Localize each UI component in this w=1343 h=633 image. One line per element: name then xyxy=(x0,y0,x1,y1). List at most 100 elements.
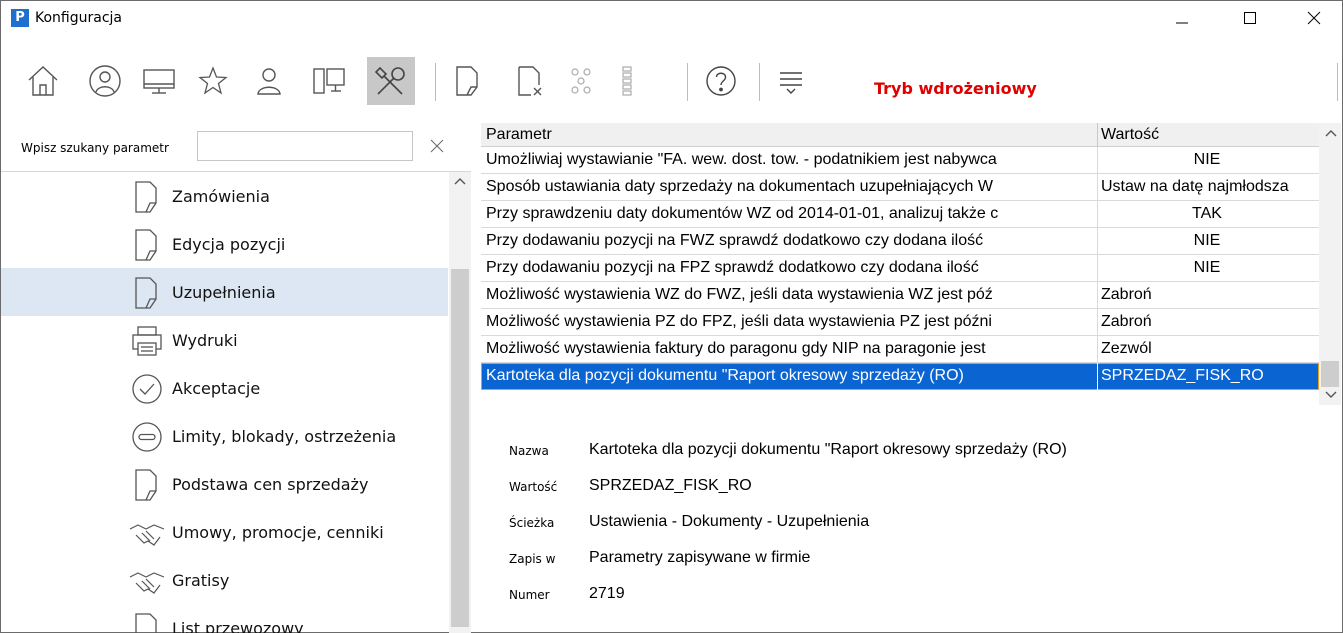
chevron-down-icon xyxy=(1325,391,1337,398)
toolbar-separator xyxy=(435,63,436,101)
category-tree: Zamówienia Edycja pozycji Uzupełnienia W… xyxy=(1,171,471,633)
document-delete-button[interactable] xyxy=(505,57,553,105)
cell-value: NIE xyxy=(1193,151,1221,168)
toolbar-separator xyxy=(1337,63,1338,101)
tree-item-label: Limity, blokady, ostrzeżenia xyxy=(172,426,397,446)
table-row[interactable]: Możliwość wystawienia WZ do FWZ, jeśli d… xyxy=(481,282,1319,309)
document-delete-icon xyxy=(518,66,542,96)
cell-param: Przy dodawaniu pozycji na FWZ sprawdź do… xyxy=(486,232,984,249)
detail-value: 2719 xyxy=(589,585,625,602)
table-row[interactable]: Przy dodawaniu pozycji na FPZ sprawdź do… xyxy=(481,255,1319,282)
tree-item-uzupelnienia[interactable]: Uzupełnienia xyxy=(1,268,448,316)
tree-item-zamowienia[interactable]: Zamówienia xyxy=(1,172,448,220)
close-icon xyxy=(430,139,444,153)
tree-item-gratisy[interactable]: Gratisy xyxy=(1,556,448,604)
cell-param: Umożliwiaj wystawianie "FA. wew. dost. t… xyxy=(486,151,997,168)
devices-button[interactable] xyxy=(305,57,353,105)
detail-key: Zapis w xyxy=(509,552,556,566)
scrollbar-thumb[interactable] xyxy=(1321,361,1339,387)
favorites-button[interactable] xyxy=(189,57,237,105)
person-button[interactable] xyxy=(245,57,293,105)
maximize-button[interactable] xyxy=(1227,1,1273,35)
tree-item-podstawa-cen[interactable]: Podstawa cen sprzedaży xyxy=(1,460,448,508)
maximize-icon xyxy=(1244,12,1256,24)
list-button[interactable] xyxy=(603,57,651,105)
mode-label: Tryb wdrożeniowy xyxy=(874,79,1037,98)
detail-key: Wartość xyxy=(509,480,558,494)
scrollbar-thumb[interactable] xyxy=(451,269,469,627)
search-input[interactable] xyxy=(197,131,413,161)
document-icon xyxy=(127,610,167,633)
cell-value: Zabroń xyxy=(1101,286,1152,303)
handshake-icon xyxy=(127,562,167,600)
tree-item-edycja-pozycji[interactable]: Edycja pozycji xyxy=(1,220,448,268)
cell-param: Kartoteka dla pozycji dokumentu "Raport … xyxy=(486,367,964,384)
toolbar: Tryb wdrożeniowy xyxy=(1,53,1342,109)
grid-scrollbar[interactable] xyxy=(1319,123,1341,405)
table-row[interactable]: Przy dodawaniu pozycji na FWZ sprawdź do… xyxy=(481,228,1319,255)
detail-value: Ustawienia - Dokumenty - Uzupełnienia xyxy=(589,513,870,530)
cell-value: SPRZEDAZ_FISK_RO xyxy=(1101,367,1264,384)
column-header-wartosc[interactable]: Wartość xyxy=(1101,126,1159,144)
group-icon xyxy=(571,68,591,94)
tree-item-list-przewozowy[interactable]: List przewozowy xyxy=(1,604,448,633)
cell-value: NIE xyxy=(1193,232,1221,249)
document-icon xyxy=(127,466,167,504)
user-circle-button[interactable] xyxy=(81,57,129,105)
monitor-button[interactable] xyxy=(135,57,183,105)
parameters-grid: Parametr Wartość Umożliwiaj wystawianie … xyxy=(481,123,1319,405)
monitor-icon xyxy=(143,69,175,94)
table-row[interactable]: Możliwość wystawienia PZ do FPZ, jeśli d… xyxy=(481,309,1319,336)
cell-value: TAK xyxy=(1192,205,1222,222)
cell-param: Możliwość wystawienia PZ do FPZ, jeśli d… xyxy=(486,313,992,330)
toolbar-separator xyxy=(687,63,688,101)
table-row-selected[interactable]: Kartoteka dla pozycji dokumentu "Raport … xyxy=(481,363,1319,390)
detail-key: Nazwa xyxy=(509,444,549,458)
devices-icon xyxy=(313,68,345,94)
user-circle-icon xyxy=(89,65,121,97)
config-window: P Konfiguracja Tryb wdrożeniowy Wpisz sz… xyxy=(0,0,1343,633)
minus-circle-icon xyxy=(127,418,167,456)
column-header-parametr[interactable]: Parametr xyxy=(486,126,552,144)
tools-button[interactable] xyxy=(367,57,415,105)
tree-item-label: Akceptacje xyxy=(172,378,261,398)
document-icon xyxy=(127,274,167,312)
tree-scrollbar[interactable] xyxy=(449,172,471,633)
cell-value: NIE xyxy=(1193,259,1221,276)
close-button[interactable] xyxy=(1291,1,1337,35)
minimize-icon xyxy=(1176,22,1188,24)
table-row[interactable]: Możliwość wystawienia faktury do paragon… xyxy=(481,336,1319,363)
app-logo-icon: P xyxy=(11,9,29,27)
group-button[interactable] xyxy=(557,57,605,105)
tree-item-wydruki[interactable]: Wydruki xyxy=(1,316,448,364)
cell-param: Sposób ustawiania daty sprzedaży na doku… xyxy=(486,178,993,195)
tree-item-limity[interactable]: Limity, blokady, ostrzeżenia xyxy=(1,412,448,460)
menu-icon xyxy=(780,72,802,94)
minimize-button[interactable] xyxy=(1159,1,1205,35)
list-icon xyxy=(622,66,632,96)
toolbar-separator xyxy=(759,63,760,101)
home-icon xyxy=(28,66,58,96)
search-clear-button[interactable] xyxy=(425,133,449,159)
tools-icon xyxy=(374,66,405,95)
table-row[interactable]: Umożliwiaj wystawianie "FA. wew. dost. t… xyxy=(481,147,1319,174)
check-circle-icon xyxy=(127,370,167,408)
grid-header: Parametr Wartość xyxy=(481,123,1319,147)
home-button[interactable] xyxy=(19,57,67,105)
tree-item-umowy[interactable]: Umowy, promocje, cenniki xyxy=(1,508,448,556)
table-row[interactable]: Przy sprawdzeniu daty dokumentów WZ od 2… xyxy=(481,201,1319,228)
document-icon xyxy=(127,226,167,264)
detail-value: SPRZEDAZ_FISK_RO xyxy=(589,477,752,494)
document-arrow-icon xyxy=(456,66,478,96)
document-arrow-button[interactable] xyxy=(443,57,491,105)
help-button[interactable] xyxy=(697,57,745,105)
cell-param: Możliwość wystawienia WZ do FWZ, jeśli d… xyxy=(486,286,993,303)
cell-value: Ustaw na datę najmłodsza xyxy=(1101,178,1289,195)
tree-item-label: List przewozowy xyxy=(172,618,304,633)
menu-button[interactable] xyxy=(767,57,815,105)
cell-param: Przy sprawdzeniu daty dokumentów WZ od 2… xyxy=(486,205,999,222)
search-label: Wpisz szukany parametr xyxy=(21,141,169,155)
table-row[interactable]: Sposób ustawiania daty sprzedaży na doku… xyxy=(481,174,1319,201)
tree-item-akceptacje[interactable]: Akceptacje xyxy=(1,364,448,412)
detail-key: Ścieżka xyxy=(509,516,555,530)
